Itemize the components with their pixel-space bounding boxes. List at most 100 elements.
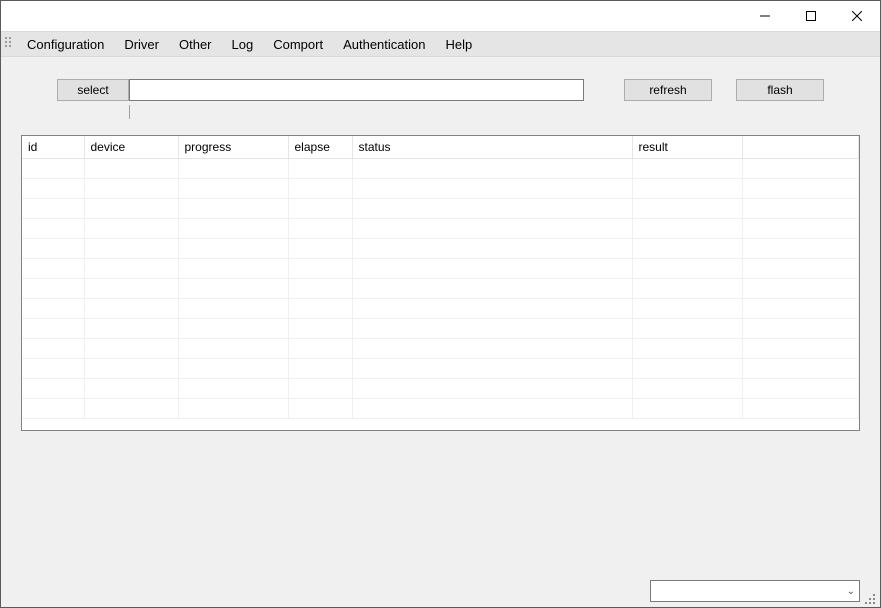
path-input[interactable] (129, 79, 584, 101)
table-cell (352, 219, 632, 239)
status-combo[interactable]: ⌄ (650, 580, 860, 602)
table-cell (178, 359, 288, 379)
maximize-icon (806, 11, 816, 21)
table-cell (22, 179, 84, 199)
table-cell (742, 299, 859, 319)
table-cell (352, 199, 632, 219)
table-cell (352, 339, 632, 359)
close-button[interactable] (834, 1, 880, 31)
table-cell (742, 259, 859, 279)
table-cell (22, 339, 84, 359)
table-cell (84, 379, 178, 399)
table-cell (84, 259, 178, 279)
table-row[interactable] (22, 319, 859, 339)
table-cell (288, 339, 352, 359)
table-cell (288, 199, 352, 219)
table-cell (352, 279, 632, 299)
col-extra[interactable] (742, 136, 859, 159)
refresh-button[interactable]: refresh (624, 79, 712, 101)
table-cell (288, 359, 352, 379)
table-row[interactable] (22, 179, 859, 199)
table-cell (178, 379, 288, 399)
table-cell (22, 299, 84, 319)
table-row[interactable] (22, 239, 859, 259)
table-row[interactable] (22, 359, 859, 379)
col-progress[interactable]: progress (178, 136, 288, 159)
table-row[interactable] (22, 219, 859, 239)
table-row[interactable] (22, 379, 859, 399)
table-cell (288, 259, 352, 279)
table-cell (22, 239, 84, 259)
table-row[interactable] (22, 279, 859, 299)
col-result[interactable]: result (632, 136, 742, 159)
table-row[interactable] (22, 159, 859, 179)
table-cell (742, 159, 859, 179)
chevron-down-icon: ⌄ (847, 586, 855, 597)
menu-driver[interactable]: Driver (114, 33, 169, 56)
maximize-button[interactable] (788, 1, 834, 31)
table-cell (22, 199, 84, 219)
table-row[interactable] (22, 339, 859, 359)
table-cell (352, 239, 632, 259)
table-cell (178, 179, 288, 199)
table-cell (22, 219, 84, 239)
table-cell (178, 399, 288, 419)
table-cell (632, 219, 742, 239)
table-cell (178, 319, 288, 339)
table-cell (742, 339, 859, 359)
menu-authentication[interactable]: Authentication (333, 33, 435, 56)
table-cell (352, 259, 632, 279)
table-cell (288, 279, 352, 299)
table-cell (742, 379, 859, 399)
table-cell (352, 359, 632, 379)
minimize-button[interactable] (742, 1, 788, 31)
table-cell (288, 379, 352, 399)
menu-comport[interactable]: Comport (263, 33, 333, 56)
table-cell (178, 259, 288, 279)
table-cell (742, 319, 859, 339)
table-cell (632, 339, 742, 359)
col-elapse[interactable]: elapse (288, 136, 352, 159)
toolbar-grip-icon (5, 37, 11, 51)
table-cell (178, 299, 288, 319)
menu-help[interactable]: Help (435, 33, 482, 56)
table-cell (632, 399, 742, 419)
table-cell (352, 159, 632, 179)
table-row[interactable] (22, 399, 859, 419)
menu-bar: Configuration Driver Other Log Comport A… (1, 31, 880, 57)
table-cell (632, 379, 742, 399)
table-cell (288, 299, 352, 319)
col-device[interactable]: device (84, 136, 178, 159)
menu-configuration[interactable]: Configuration (17, 33, 114, 56)
flash-button[interactable]: flash (736, 79, 824, 101)
table-cell (632, 359, 742, 379)
table-cell (22, 359, 84, 379)
table-cell (288, 219, 352, 239)
menu-other[interactable]: Other (169, 33, 222, 56)
table-cell (632, 239, 742, 259)
table-row[interactable] (22, 259, 859, 279)
table-cell (84, 179, 178, 199)
table-cell (84, 279, 178, 299)
table-cell (288, 159, 352, 179)
table-row[interactable] (22, 199, 859, 219)
table-cell (22, 279, 84, 299)
select-button[interactable]: select (57, 79, 129, 101)
table-cell (22, 399, 84, 419)
table-cell (84, 299, 178, 319)
table-row[interactable] (22, 299, 859, 319)
table-cell (742, 179, 859, 199)
table-cell (352, 319, 632, 339)
table-cell (632, 299, 742, 319)
app-window: Configuration Driver Other Log Comport A… (0, 0, 881, 608)
table-cell (178, 219, 288, 239)
menu-log[interactable]: Log (222, 33, 264, 56)
table-cell (22, 319, 84, 339)
resize-grip-icon[interactable] (862, 591, 876, 605)
table-cell (632, 159, 742, 179)
table-cell (742, 359, 859, 379)
table-cell (742, 199, 859, 219)
col-status[interactable]: status (352, 136, 632, 159)
table-header-row: id device progress elapse status result (22, 136, 859, 159)
col-id[interactable]: id (22, 136, 84, 159)
